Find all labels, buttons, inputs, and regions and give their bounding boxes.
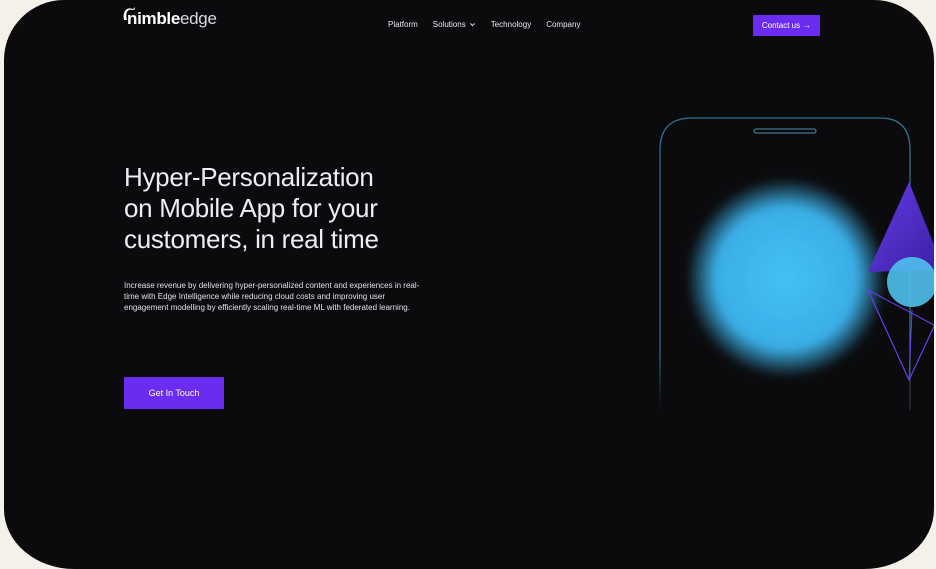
chevron-down-icon (469, 23, 475, 27)
nav-platform[interactable]: Platform (388, 20, 418, 29)
nav-technology[interactable]: Technology (491, 20, 531, 29)
hero-description: Increase revenue by delivering hyper-per… (124, 280, 504, 313)
nav-solutions[interactable]: Solutions (433, 20, 476, 29)
brand-name-light: edge (180, 9, 217, 28)
hero-description-line: engagement modelling by efficiently scal… (124, 303, 410, 312)
contact-us-label: Contact us (761, 21, 801, 30)
hero-title-line: customers, in real time (124, 224, 379, 254)
get-in-touch-label: Get In Touch (148, 388, 200, 398)
cat-head-logo-icon (123, 7, 135, 20)
nav-solutions-label: Solutions (432, 20, 466, 29)
hero-description-line: Increase revenue by delivering hyper-per… (124, 281, 420, 290)
site-header: nimble edge Platform Solutions Technology… (4, 0, 934, 50)
page-frame: nimble edge Platform Solutions Technology… (4, 0, 934, 569)
arrow-right-icon: → (803, 21, 812, 30)
hero-title-line: Hyper-Personalization (124, 162, 374, 192)
prism-shape (868, 182, 934, 272)
hero-title-line: on Mobile App for your (124, 193, 378, 223)
hero-description-line: time with Edge Intelligence while reduci… (124, 292, 386, 301)
hero-illustration (659, 117, 934, 410)
main-nav: Platform Solutions Technology Company (388, 20, 580, 29)
brand-logo[interactable]: nimble edge (122, 7, 217, 29)
nav-platform-label: Platform (388, 20, 418, 29)
hero-title: Hyper-Personalization on Mobile App for … (124, 162, 464, 255)
nav-company-label: Company (546, 20, 581, 29)
nav-company[interactable]: Company (546, 20, 580, 29)
contact-us-button[interactable]: Contact us → (753, 15, 820, 36)
nav-technology-label: Technology (490, 20, 532, 29)
phone-speaker (753, 128, 817, 134)
glowing-sphere (686, 178, 886, 378)
get-in-touch-button[interactable]: Get In Touch (124, 377, 224, 409)
